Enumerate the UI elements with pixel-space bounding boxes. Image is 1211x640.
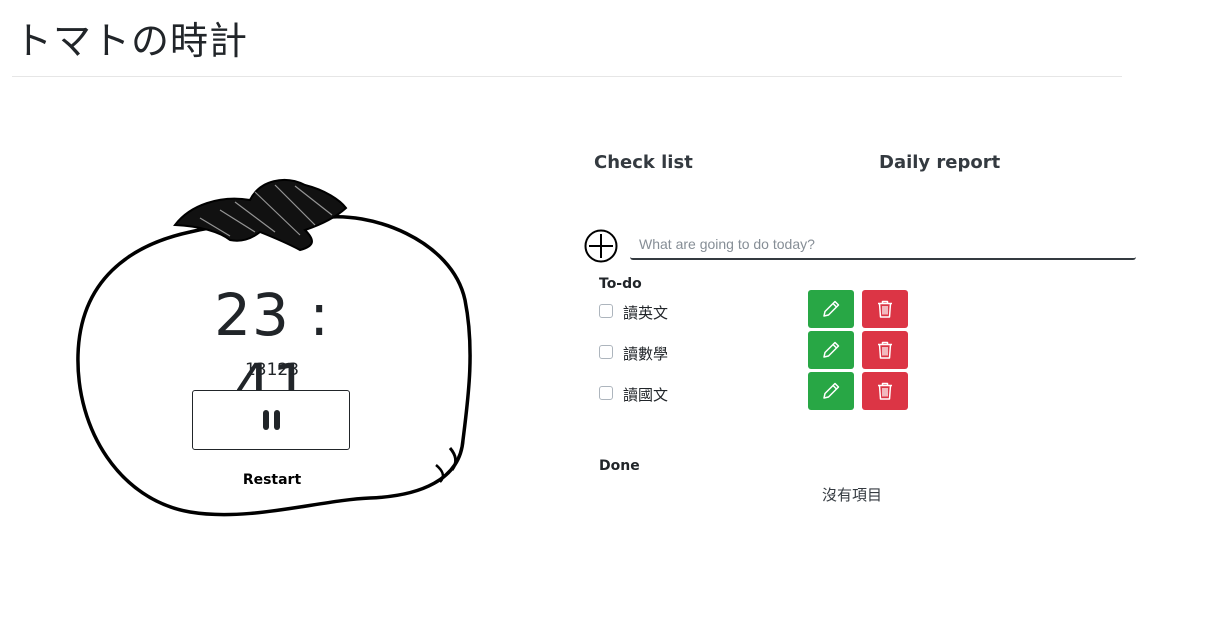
add-task-button[interactable]: [584, 229, 618, 263]
todo-section-label: To-do: [599, 276, 642, 292]
todo-checkbox[interactable]: [599, 345, 613, 359]
delete-button[interactable]: [862, 290, 908, 328]
pause-button[interactable]: [192, 390, 350, 450]
trash-icon: [878, 382, 892, 400]
plus-circle-icon: [584, 229, 618, 263]
trash-icon: [878, 300, 892, 318]
done-empty-text: 沒有項目: [821, 486, 882, 504]
delete-button[interactable]: [862, 372, 908, 410]
restart-button[interactable]: Restart: [222, 472, 322, 488]
pencil-icon: [823, 382, 840, 399]
tab-check-list[interactable]: Check list: [594, 152, 693, 173]
title-divider: [12, 76, 1122, 77]
tab-daily-report[interactable]: Daily report: [879, 152, 1000, 173]
new-task-input[interactable]: [630, 229, 1136, 260]
todo-checkbox[interactable]: [599, 304, 613, 318]
trash-icon: [878, 341, 892, 359]
todo-item-text: 讀數學: [623, 345, 669, 363]
session-count: 13123: [244, 360, 300, 380]
pencil-icon: [823, 300, 840, 317]
delete-button[interactable]: [862, 331, 908, 369]
tomato-timer: 23 : 41 13123 Restart: [70, 170, 480, 530]
edit-button[interactable]: [808, 290, 854, 328]
pause-icon: [262, 410, 280, 430]
todo-item-text: 讀英文: [623, 304, 669, 322]
todo-item-text: 讀國文: [623, 386, 669, 404]
pencil-icon: [823, 341, 840, 358]
app-title: トマトの時計: [14, 19, 249, 63]
edit-button[interactable]: [808, 331, 854, 369]
todo-item: 讀國文: [599, 372, 919, 422]
todo-checkbox[interactable]: [599, 386, 613, 400]
edit-button[interactable]: [808, 372, 854, 410]
done-section-label: Done: [599, 458, 640, 474]
